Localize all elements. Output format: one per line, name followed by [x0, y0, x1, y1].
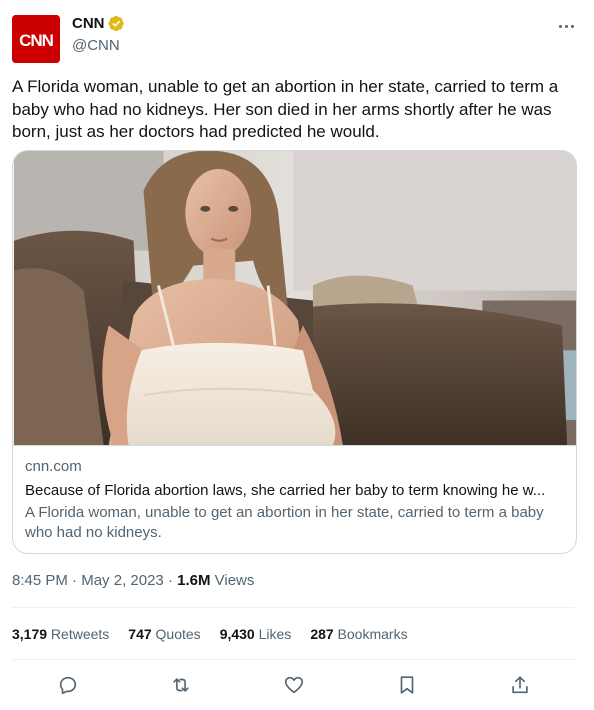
share-icon [512, 676, 528, 694]
tweet-stats: 3,179 Retweets 747 Quotes 9,430 Likes 28… [12, 626, 427, 642]
divider [12, 659, 575, 660]
svg-text:CNN: CNN [19, 31, 54, 50]
bookmark-icon [400, 676, 414, 694]
retweets-stat[interactable]: 3,179 Retweets [12, 626, 109, 642]
quotes-count: 747 [128, 626, 152, 642]
divider [12, 607, 575, 608]
author-handle[interactable]: @CNN [72, 37, 120, 54]
meta-separator: · [163, 572, 178, 589]
bookmark-button[interactable] [394, 672, 420, 698]
link-card[interactable]: cnn.com Because of Florida abortion laws… [12, 150, 577, 554]
author-name-label: CNN [72, 15, 105, 32]
share-button[interactable] [507, 672, 533, 698]
quotes-label: Quotes [151, 626, 201, 642]
verified-badge-icon [107, 15, 124, 32]
like-icon [284, 676, 304, 694]
more-options-icon[interactable] [552, 16, 580, 36]
retweet-button[interactable] [168, 672, 194, 698]
tweet: CNN CNN @CNN A Florida woman, unable to … [0, 0, 594, 710]
card-description: A Florida woman, unable to get an aborti… [25, 504, 544, 541]
retweets-label: Retweets [47, 626, 110, 642]
card-domain: cnn.com [25, 458, 82, 475]
reply-button[interactable] [55, 672, 81, 698]
tweet-meta: 8:45 PM · May 2, 2023 · 1.6M Views [12, 572, 254, 589]
like-button[interactable] [281, 672, 307, 698]
avatar[interactable]: CNN [12, 15, 60, 63]
card-image [13, 151, 576, 446]
reply-icon [59, 676, 77, 695]
card-title: Because of Florida abortion laws, she ca… [25, 482, 546, 499]
bookmarks-count: 287 [310, 626, 334, 642]
meta-separator: · [67, 572, 82, 589]
likes-count: 9,430 [219, 626, 255, 642]
author-name[interactable]: CNN [72, 15, 125, 32]
quotes-stat[interactable]: 747 Quotes [128, 626, 200, 642]
retweets-count: 3,179 [12, 626, 48, 642]
tweet-date[interactable]: May 2, 2023 [81, 572, 164, 589]
tweet-time[interactable]: 8:45 PM [12, 572, 68, 589]
likes-label: Likes [254, 626, 292, 642]
bookmarks-label: Bookmarks [333, 626, 408, 642]
views-label: Views [210, 572, 255, 589]
retweet-icon [173, 678, 189, 692]
views-count: 1.6M [177, 572, 211, 589]
bookmarks-stat[interactable]: 287 Bookmarks [310, 626, 407, 642]
cnn-logo: CNN [12, 15, 60, 63]
action-bar [0, 672, 594, 698]
likes-stat[interactable]: 9,430 Likes [220, 626, 292, 642]
tweet-text: A Florida woman, unable to get an aborti… [12, 77, 559, 141]
